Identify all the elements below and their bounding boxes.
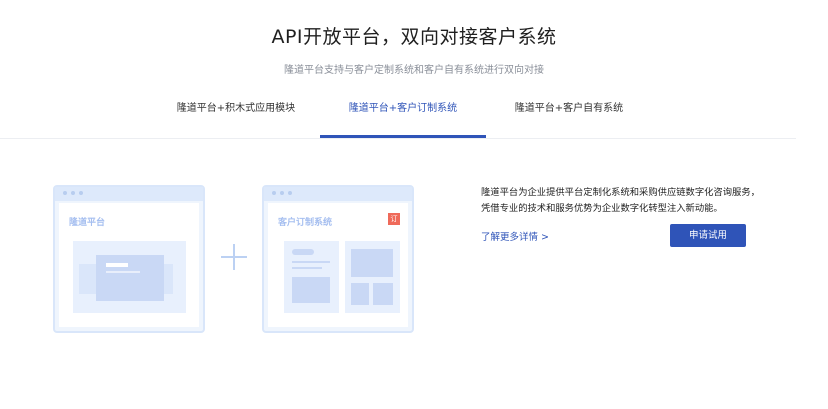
tab-modular-apps[interactable]: 隆道平台+积木式应用模块	[153, 92, 319, 139]
tab-bar: 隆道平台+积木式应用模块 隆道平台+客户订制系统 隆道平台+客户自有系统	[0, 92, 796, 139]
platform-label: 隆道平台	[69, 218, 106, 228]
window-titlebar	[264, 187, 412, 201]
window-dots-icon	[63, 191, 83, 195]
platform-screen-icon	[96, 255, 164, 301]
custom-system-label: 客户订制系统	[278, 218, 333, 228]
page-title: API开放平台，双向对接客户系统	[271, 26, 557, 48]
learn-more-link[interactable]: 了解更多详情 >	[481, 229, 549, 243]
platform-side-left	[79, 264, 97, 294]
custom-system-illustration-card: 客户订制系统 订	[262, 185, 414, 333]
custom-right-column	[345, 241, 400, 313]
tab-custom-system[interactable]: 隆道平台+客户订制系统	[320, 92, 486, 139]
window-dots-icon	[272, 191, 292, 195]
active-tab-indicator	[320, 135, 486, 138]
feature-description: 隆道平台为企业提供平台定制化系统和采购供应链数字化咨询服务，凭借专业的技术和服务…	[481, 187, 760, 214]
platform-side-right	[163, 264, 173, 294]
page-subtitle: 隆道平台支持与客户定制系统和客户自有系统进行双向对接	[284, 65, 544, 76]
custom-left-column	[284, 241, 339, 313]
custom-badge-icon: 订	[388, 213, 400, 225]
platform-illustration-card: 隆道平台	[53, 185, 205, 333]
apply-trial-button[interactable]: 申请试用	[670, 224, 746, 247]
window-titlebar	[55, 187, 203, 201]
tab-own-system[interactable]: 隆道平台+客户自有系统	[486, 92, 652, 139]
plus-icon	[221, 244, 247, 270]
